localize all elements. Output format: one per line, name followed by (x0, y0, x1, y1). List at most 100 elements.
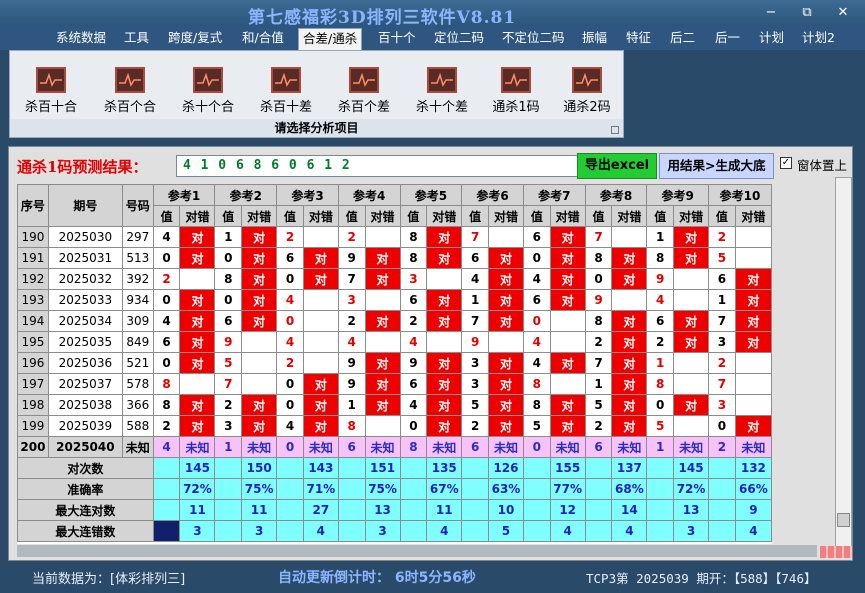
ribbon-button-bgh[interactable]: 杀百个合 (94, 65, 166, 115)
result-cell: 对 (611, 310, 648, 332)
result-cell: 对 (241, 415, 278, 437)
menu-sum[interactable]: 和/合值 (238, 28, 288, 50)
result-cell (302, 310, 339, 332)
ribbon-button-bgc[interactable]: 杀百个差 (328, 65, 400, 115)
ribbon-label: 杀百个差 (337, 100, 390, 115)
stats-value: 10 (487, 499, 524, 521)
menu-last2[interactable]: 后二 (666, 28, 699, 50)
table-row[interactable]: 191 2025031 513 0 对 0 对 6 对 9 对 8 对 6 对 0 对 8 对 8 对 5 (17, 247, 772, 269)
value-cell: 9 (584, 289, 613, 311)
restore-icon[interactable]: ⧉ (796, 4, 818, 22)
stats-spacer (276, 520, 304, 542)
menu-nonpos2[interactable]: 不定位二码 (498, 28, 569, 50)
result-cell (673, 289, 710, 311)
result-cell: 对 (734, 289, 772, 311)
stats-value: 132 (734, 457, 772, 479)
col-header-ref[interactable]: 参考9 (646, 184, 710, 206)
col-header-ref[interactable]: 参考1 (152, 184, 216, 206)
result-cell: 对 (179, 331, 216, 353)
table-row[interactable]: 192 2025032 392 2 8 对 0 对 7 对 3 4 对 4 对 0 对 9 6 对 (17, 268, 772, 290)
result-cell (734, 247, 772, 269)
col-header-value: 值 (337, 205, 366, 227)
table-row[interactable]: 193 2025033 934 0 对 0 对 4 3 6 对 1 对 6 对 9 4 1 对 (17, 289, 772, 311)
minimize-icon[interactable]: − (760, 4, 782, 22)
table-row[interactable]: 199 2025039 588 2 对 3 对 4 对 8 0 对 2 对 5 对 2 对 5 0 对 (17, 415, 772, 437)
export-excel-button[interactable]: 导出excel (577, 153, 657, 179)
menu-tongsha[interactable]: 合差/通杀 (298, 28, 363, 50)
menu-amplitude[interactable]: 振幅 (578, 28, 611, 50)
menu-plan[interactable]: 计划 (755, 28, 788, 50)
ribbon-button-sgh[interactable]: 杀十个合 (172, 65, 244, 115)
col-header-ref[interactable]: 参考10 (708, 184, 772, 206)
ribbon-button-ts2[interactable]: 通杀2码 (551, 65, 623, 115)
period-cell: 2025038 (47, 394, 123, 416)
menu-feature[interactable]: 特征 (622, 28, 655, 50)
value-cell: 6 (399, 373, 428, 395)
value-cell: 0 (522, 310, 551, 332)
col-header-ref[interactable]: 参考5 (399, 184, 463, 206)
menu-pos2[interactable]: 定位二码 (430, 28, 488, 50)
ribbon-button-bsh[interactable]: 杀百十合 (15, 65, 87, 115)
col-header-seq[interactable]: 序号 (17, 184, 49, 227)
horizontal-scrollbar[interactable] (17, 545, 817, 557)
data-grid: 序号 期号 号码 参考1 参考2 参考3 参考4 参考5 参考6 参考7 参考8 参考9 参考10 值对错… (17, 184, 772, 544)
stats-spacer (522, 499, 551, 521)
value-cell: 9 (337, 352, 366, 374)
col-header-ref[interactable]: 参考3 (276, 184, 339, 206)
expand-icon[interactable] (611, 126, 619, 134)
col-header-number[interactable]: 号码 (121, 184, 154, 227)
table-row-pending[interactable]: 200 2025040 未知 4 未知 1 未知 0 未知 6 未知 8 未知 6 未知 0 未知 6 未知 1 未知 2… (17, 436, 772, 458)
result-cell: 未知 (673, 436, 710, 458)
col-header-ref[interactable]: 参考4 (337, 184, 401, 206)
value-cell: 0 (584, 268, 613, 290)
value-cell: 4 (152, 226, 181, 248)
stats-spacer (399, 499, 428, 521)
result-cell (426, 331, 463, 353)
ribbon-button-ts1[interactable]: 通杀1码 (480, 65, 552, 115)
result-cell: 对 (487, 247, 524, 269)
col-header-period[interactable]: 期号 (47, 184, 123, 227)
menu-last1[interactable]: 后一 (711, 28, 744, 50)
menu-system-data[interactable]: 系统数据 (52, 28, 110, 50)
prediction-output[interactable]: 4 1 0 6 8 6 0 6 1 2 (176, 155, 584, 177)
col-header-value: 值 (584, 205, 613, 227)
table-row[interactable]: 196 2025036 521 0 对 5 2 9 对 9 对 3 对 4 对 7 对 1 2 (17, 352, 772, 374)
seq-cell: 198 (17, 394, 49, 416)
menu-tools[interactable]: 工具 (120, 28, 153, 50)
table-row[interactable]: 194 2025034 309 4 对 6 对 0 2 对 2 对 7 对 0 8 对 6 对 7 对 (17, 310, 772, 332)
pin-checkbox[interactable]: ✓ (780, 157, 792, 169)
generate-button[interactable]: 用结果>生成大底 (659, 153, 774, 179)
result-cell (426, 268, 463, 290)
result-cell: 对 (241, 394, 278, 416)
result-cell: 对 (179, 415, 216, 437)
table-row[interactable]: 197 2025037 578 8 7 0 对 9 对 6 对 3 对 8 1 对 8 7 (17, 373, 772, 395)
col-header-ref[interactable]: 参考8 (584, 184, 648, 206)
ribbon-button-bsc[interactable]: 杀百十差 (250, 65, 322, 115)
col-header-result: 对错 (611, 205, 648, 227)
stats-spacer (461, 478, 489, 500)
stats-spacer (461, 499, 489, 521)
col-header-ref[interactable]: 参考2 (214, 184, 278, 206)
table-row[interactable]: 198 2025038 366 8 对 2 对 0 对 1 对 4 对 5 对 8 对 5 对 0 对 3 (17, 394, 772, 416)
value-cell: 3 (461, 373, 489, 395)
close-icon[interactable]: ✕ (832, 4, 854, 22)
result-cell: 未知 (549, 436, 586, 458)
vertical-scrollbar[interactable] (835, 177, 852, 547)
col-header-ref[interactable]: 参考7 (522, 184, 586, 206)
value-cell: 8 (522, 394, 551, 416)
col-header-ref[interactable]: 参考6 (461, 184, 524, 206)
ribbon-button-sgc[interactable]: 杀十个差 (406, 65, 478, 115)
menu-span[interactable]: 跨度/复式 (164, 28, 226, 50)
value-cell: 1 (646, 352, 675, 374)
result-cell: 对 (241, 268, 278, 290)
scroll-thumb[interactable] (837, 513, 850, 527)
menu-bsg[interactable]: 百十个 (374, 28, 420, 50)
result-cell: 对 (673, 226, 710, 248)
value-cell: 1 (646, 436, 675, 458)
table-row[interactable]: 195 2025035 849 6 对 9 4 4 4 9 4 2 对 2 对 3 对 (17, 331, 772, 353)
progress-indicator (820, 546, 852, 558)
value-cell: 4 (646, 289, 675, 311)
table-row[interactable]: 190 2025030 297 4 对 1 对 2 2 8 对 7 6 对 7 1 对 2 (17, 226, 772, 248)
stats-value: 11 (179, 499, 216, 521)
menu-plan2[interactable]: 计划2 (798, 28, 839, 50)
